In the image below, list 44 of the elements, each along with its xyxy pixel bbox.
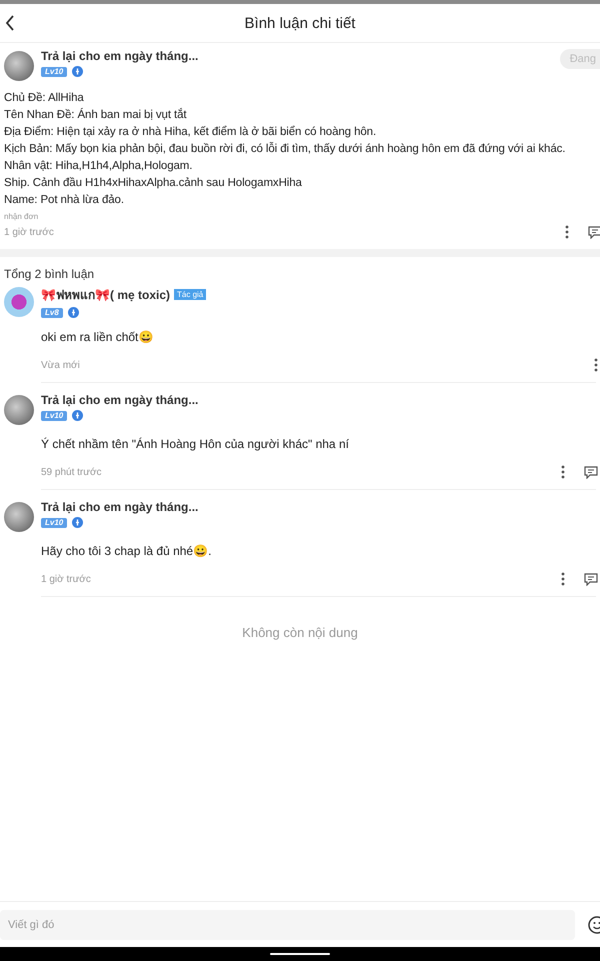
avatar[interactable] xyxy=(4,51,34,81)
more-icon[interactable] xyxy=(565,225,569,239)
avatar[interactable] xyxy=(4,502,34,532)
back-icon[interactable] xyxy=(5,15,15,31)
page-title: Bình luận chi tiết xyxy=(244,14,356,32)
more-icon[interactable] xyxy=(594,358,598,372)
post-text-line: Ship. Cảnh đầu H1h4xHihaxAlpha.cảnh sau HologamxHiha xyxy=(4,176,303,191)
verified-icon xyxy=(72,66,84,77)
timestamp: Vừa mới xyxy=(41,360,80,370)
post-tag: nhận đơn xyxy=(4,212,600,221)
timestamp: 1 giờ trước xyxy=(4,226,54,238)
author-name[interactable]: 🎀ฟหพแก🎀( mẹ toxic) xyxy=(41,285,170,304)
level-badge: Lv10 xyxy=(41,66,68,76)
post-text-line: Chủ Đề: AllHiha xyxy=(4,91,85,106)
level-badge: Lv10 xyxy=(41,518,68,528)
post-text-line: Kịch Bản: Mấy bọn kia phản bội, đau buồn rời đi, có lỗi đi tìm, thấy dưới ánh hoàng hôn em đã đứng với ai khác. xyxy=(4,141,566,157)
timestamp: 59 phút trước xyxy=(41,466,102,478)
comment-input[interactable]: Viết gì đó xyxy=(0,910,575,940)
end-of-list-text: Không còn nội dung xyxy=(241,625,359,640)
author-name[interactable]: Trả lại cho em ngày tháng... xyxy=(41,393,198,407)
verified-icon xyxy=(72,410,84,421)
verified-icon xyxy=(68,307,79,318)
more-icon[interactable] xyxy=(561,572,565,586)
level-badge: Lv8 xyxy=(41,308,63,318)
author-name[interactable]: Trả lại cho em ngày tháng... xyxy=(41,500,198,514)
comment-icon[interactable] xyxy=(584,572,598,586)
avatar[interactable] xyxy=(4,395,34,425)
avatar[interactable] xyxy=(4,287,34,317)
post-text-line: Name: Pot nhà lừa đảo. xyxy=(4,193,125,208)
post-text-line: Tên Nhan Đề: Ánh ban mai bị vụt tắt xyxy=(4,107,188,123)
more-icon[interactable] xyxy=(561,465,565,479)
level-badge: Lv10 xyxy=(41,410,68,420)
comment-text: Ý chết nhầm tên "Ánh Hoàng Hôn của người khác" nha ní xyxy=(41,437,350,451)
comment-text: oki em ra liền chốt😀 xyxy=(41,330,154,344)
comment-text: Hãy cho tôi 3 chap là đủ nhé😀. xyxy=(41,544,212,558)
comment-icon[interactable] xyxy=(588,226,600,238)
comment-count: Tổng 2 bình luận xyxy=(3,266,96,283)
post-text-line: Địa Điểm: Hiện tại xảy ra ở nhà Hiha, kết điểm là ở bãi biển có hoàng hôn. xyxy=(4,124,378,140)
timestamp: 1 giờ trước xyxy=(41,574,91,584)
author-badge: Tác giả xyxy=(174,289,206,300)
post-text-line: Nhân vật: Hiha,H1h4,Alpha,Hologam. xyxy=(4,159,194,174)
verified-icon xyxy=(72,517,84,528)
author-name[interactable]: Trả lại cho em ngày tháng... xyxy=(41,49,553,63)
comment-icon[interactable] xyxy=(584,466,598,478)
